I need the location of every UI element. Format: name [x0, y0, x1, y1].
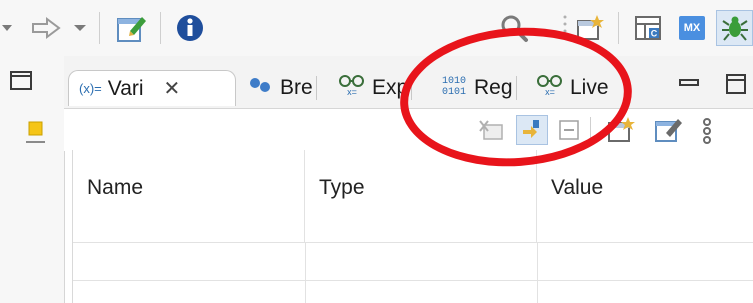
tab-live-expressions[interactable]: x= Live — [536, 70, 609, 106]
mx-icon-label: MX — [683, 22, 701, 34]
column-header-name[interactable]: Name — [73, 150, 305, 242]
main-toolbar: C MX — [0, 0, 753, 56]
minimize-view-icon[interactable] — [678, 74, 700, 97]
forward-arrow-icon[interactable] — [28, 10, 64, 46]
tab-registers[interactable]: 1010 0101 Reg — [440, 70, 517, 106]
column-divider — [537, 242, 538, 303]
mx-icon[interactable]: MX — [674, 10, 710, 46]
svg-text:x=: x= — [347, 87, 357, 97]
edit-icon[interactable] — [654, 115, 684, 148]
expressions-icon: x= — [338, 73, 366, 103]
dropdown-arrow-icon[interactable] — [0, 10, 14, 46]
view-menu-icon[interactable] — [700, 117, 714, 150]
maximize-view-icon[interactable] — [724, 72, 748, 101]
search-icon[interactable] — [496, 10, 532, 46]
variables-table: Name Type Value — [72, 150, 753, 303]
collapse-all-icon[interactable] — [556, 117, 582, 148]
restore-view-icon[interactable] — [8, 68, 34, 97]
column-divider — [305, 242, 306, 303]
column-header-type[interactable]: Type — [305, 150, 537, 242]
close-icon[interactable]: ✕ — [164, 76, 181, 101]
table-row-divider — [73, 280, 753, 281]
view-toolbar — [64, 108, 753, 151]
class-icon[interactable]: C — [630, 10, 666, 46]
info-icon[interactable] — [172, 10, 208, 46]
edit-icon[interactable] — [112, 10, 152, 46]
svg-text:C: C — [651, 29, 658, 39]
tab-breakpoints-label: Bre — [280, 76, 313, 99]
show-type-names-icon[interactable] — [516, 115, 548, 145]
svg-text:x=: x= — [545, 87, 555, 97]
tab-expressions-label: Exp — [372, 76, 409, 99]
registers-icon: 1010 0101 — [440, 72, 468, 104]
tab-variables[interactable]: (x)= Vari ✕ — [68, 70, 236, 106]
toolbar-separator — [99, 12, 100, 44]
tab-breakpoints[interactable]: Bre — [248, 70, 317, 106]
perspective-icon[interactable] — [572, 10, 608, 46]
live-expressions-icon: x= — [536, 73, 564, 103]
svg-text:1010: 1010 — [442, 76, 466, 87]
left-view-strip — [0, 56, 65, 303]
tab-live-label: Live — [570, 76, 609, 99]
debug-tab-bar: (x)= Vari ✕ Bre x= Exp 1010 0101 Reg x= L… — [64, 56, 753, 108]
svg-text:0101: 0101 — [442, 87, 466, 98]
breakpoints-icon — [248, 76, 274, 100]
variables-icon: (x)= — [79, 81, 102, 96]
toolbar-separator — [618, 12, 619, 44]
column-header-value[interactable]: Value — [537, 150, 753, 242]
dropdown-arrow-icon[interactable] — [70, 10, 90, 46]
toolbar-separator — [160, 12, 161, 44]
view-toolbar-separator — [590, 117, 591, 143]
toolbar-grip — [562, 10, 568, 46]
new-view-icon[interactable] — [606, 115, 636, 148]
tab-variables-label: Vari — [107, 76, 144, 100]
tab-registers-label: Reg — [474, 76, 513, 99]
tab-expressions[interactable]: x= Exp — [338, 70, 413, 106]
remove-all-icon[interactable] — [478, 117, 506, 148]
table-row-divider — [73, 242, 753, 243]
minimized-view-icon[interactable] — [26, 120, 46, 149]
debug-perspective-icon[interactable] — [716, 10, 753, 46]
